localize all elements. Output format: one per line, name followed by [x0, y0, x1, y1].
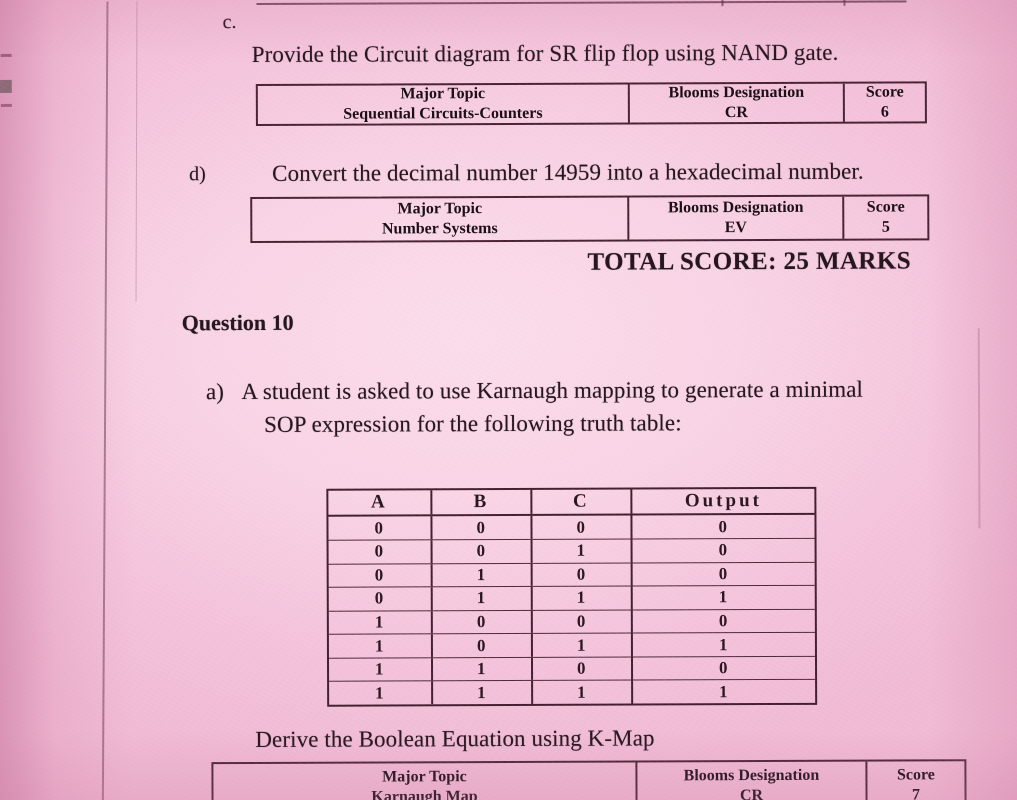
cell-a: 1	[328, 634, 433, 658]
cell-b: 0	[432, 539, 533, 563]
page-margin-rule	[977, 328, 981, 529]
cell-output: 0	[718, 540, 729, 560]
cell-c: 1	[532, 539, 633, 563]
truth-table-header-row: A B C Output	[328, 488, 815, 518]
cell-b: 0	[432, 634, 533, 658]
meta-header-score: Score	[865, 83, 904, 101]
table-row: 1 1 1 1	[329, 680, 815, 705]
part-a-line-2: SOP expression for the following truth t…	[264, 410, 682, 437]
meta-value-major-topic: Karnaugh Map	[371, 787, 478, 800]
table-row: 0 1 0 0	[328, 562, 815, 588]
cell-b: 0	[432, 610, 533, 634]
table-row: 1 0 0 0	[328, 609, 815, 635]
meta-col-major-topic: Major Topic Number Systems	[252, 198, 627, 241]
meta-value-blooms: CR	[724, 103, 748, 121]
cell-c: 1	[533, 680, 634, 704]
truth-table-header-output: Output	[684, 490, 762, 512]
meta-value-score: 5	[881, 218, 890, 236]
exam-paper-photo: c. Provide the Circuit diagram for SR fl…	[0, 0, 1017, 800]
meta-header-score: Score	[866, 198, 905, 216]
meta-value-score: 6	[880, 103, 889, 121]
cell-a: 1	[328, 658, 434, 682]
cell-b: 1	[433, 681, 534, 705]
cell-output: 1	[718, 634, 729, 654]
meta-col-blooms: Blooms Designation EV	[627, 196, 843, 240]
cut-off-table-divider-2	[843, 0, 846, 6]
meta-value-major-topic: Number Systems	[381, 219, 498, 237]
cell-output: 1	[719, 681, 730, 701]
part-c-label: c.	[222, 11, 237, 34]
table-row: 0 0 1 0	[328, 538, 815, 565]
part-d-question-text: Convert the decimal number 14959 into a …	[272, 158, 864, 186]
part-c-question-text: Provide the Circuit diagram for SR flip …	[251, 39, 839, 67]
question-10a-label-and-line1: a) A student is asked to use Karnaugh ma…	[206, 377, 863, 406]
table-row: 0 0 0 0	[328, 515, 815, 541]
derive-boolean-equation-text: Derive the Boolean Equation using K-Map	[255, 725, 655, 752]
meta-value-score: 7	[911, 785, 921, 800]
part-d-label: d)	[189, 163, 206, 186]
meta-value-major-topic: Sequential Circuits-Counters	[343, 104, 543, 123]
meta-col-score: Score 7	[865, 761, 965, 800]
meta-header-major-topic: Major Topic	[382, 768, 467, 786]
cell-b: 1	[432, 657, 534, 681]
cell-b: 0	[432, 516, 533, 540]
table-row: 1 0 1 1	[328, 633, 815, 659]
meta-col-score: Score 5	[842, 196, 928, 239]
truth-table-header-b: B	[432, 489, 533, 515]
cell-a: 0	[328, 587, 433, 611]
part-a-line-1: A student is asked to use Karnaugh mappi…	[241, 376, 864, 405]
margin-mark-middle	[0, 79, 12, 93]
page-binding-line	[101, 1, 109, 800]
cell-b: 1	[432, 587, 533, 610]
cell-output: 0	[718, 563, 729, 584]
cell-c: 0	[532, 657, 634, 681]
cell-a: 0	[328, 516, 433, 540]
cell-a: 0	[328, 563, 433, 587]
meta-col-blooms: Blooms Designation CR	[635, 761, 866, 800]
meta-value-blooms: CR	[739, 786, 764, 800]
table-row: 0 1 1 1	[328, 585, 815, 612]
cell-output: 1	[718, 587, 729, 607]
meta-value-blooms: EV	[724, 218, 747, 236]
cell-c: 0	[532, 610, 633, 634]
cell-c: 0	[532, 563, 633, 587]
part-c-meta-table: Major Topic Sequential Circuits-Counters…	[255, 81, 927, 126]
cut-off-table-border	[256, 0, 907, 5]
part-d-meta-table: Major Topic Number Systems Blooms Design…	[250, 194, 930, 243]
cell-c: 0	[532, 515, 633, 539]
cell-c: 1	[532, 586, 633, 610]
meta-header-blooms: Blooms Designation	[667, 198, 804, 217]
cell-b: 1	[432, 563, 533, 587]
meta-col-blooms: Blooms Designation CR	[627, 83, 843, 123]
truth-table: A B C Output 0 0 0 0 0 0 1 0 0 1 0 0 0 1…	[326, 486, 818, 707]
question-10a-meta-table: Major Topic Karnaugh Map Blooms Designat…	[211, 759, 967, 800]
cell-output: 0	[718, 658, 730, 678]
margin-mark-top	[0, 53, 12, 57]
cell-a: 1	[328, 610, 433, 634]
cell-output: 0	[718, 611, 729, 631]
meta-header-major-topic: Major Topic	[400, 85, 486, 103]
margin-mark-bottom	[0, 103, 12, 107]
cell-a: 0	[328, 540, 433, 564]
meta-header-major-topic: Major Topic	[397, 200, 483, 218]
total-score-text: TOTAL SCORE: 25 MARKS	[587, 247, 912, 276]
page-edge-line	[135, 1, 138, 302]
meta-col-major-topic: Major Topic Sequential Circuits-Counters	[258, 85, 628, 124]
cell-output: 0	[718, 516, 729, 536]
meta-col-major-topic: Major Topic Karnaugh Map	[213, 763, 635, 800]
meta-header-blooms: Blooms Designation	[668, 83, 805, 102]
meta-col-score: Score 6	[842, 83, 925, 122]
cut-off-table-divider-1	[721, 0, 724, 7]
question-10-heading: Question 10	[181, 309, 294, 336]
part-a-label: a)	[205, 379, 225, 405]
truth-table-header-c: C	[532, 489, 633, 515]
cell-c: 1	[532, 633, 633, 657]
table-row: 1 1 0 0	[328, 656, 816, 683]
meta-header-score: Score	[896, 766, 935, 784]
cell-a: 1	[329, 681, 434, 705]
meta-header-blooms: Blooms Designation	[683, 766, 820, 785]
truth-table-header-a: A	[328, 490, 433, 516]
